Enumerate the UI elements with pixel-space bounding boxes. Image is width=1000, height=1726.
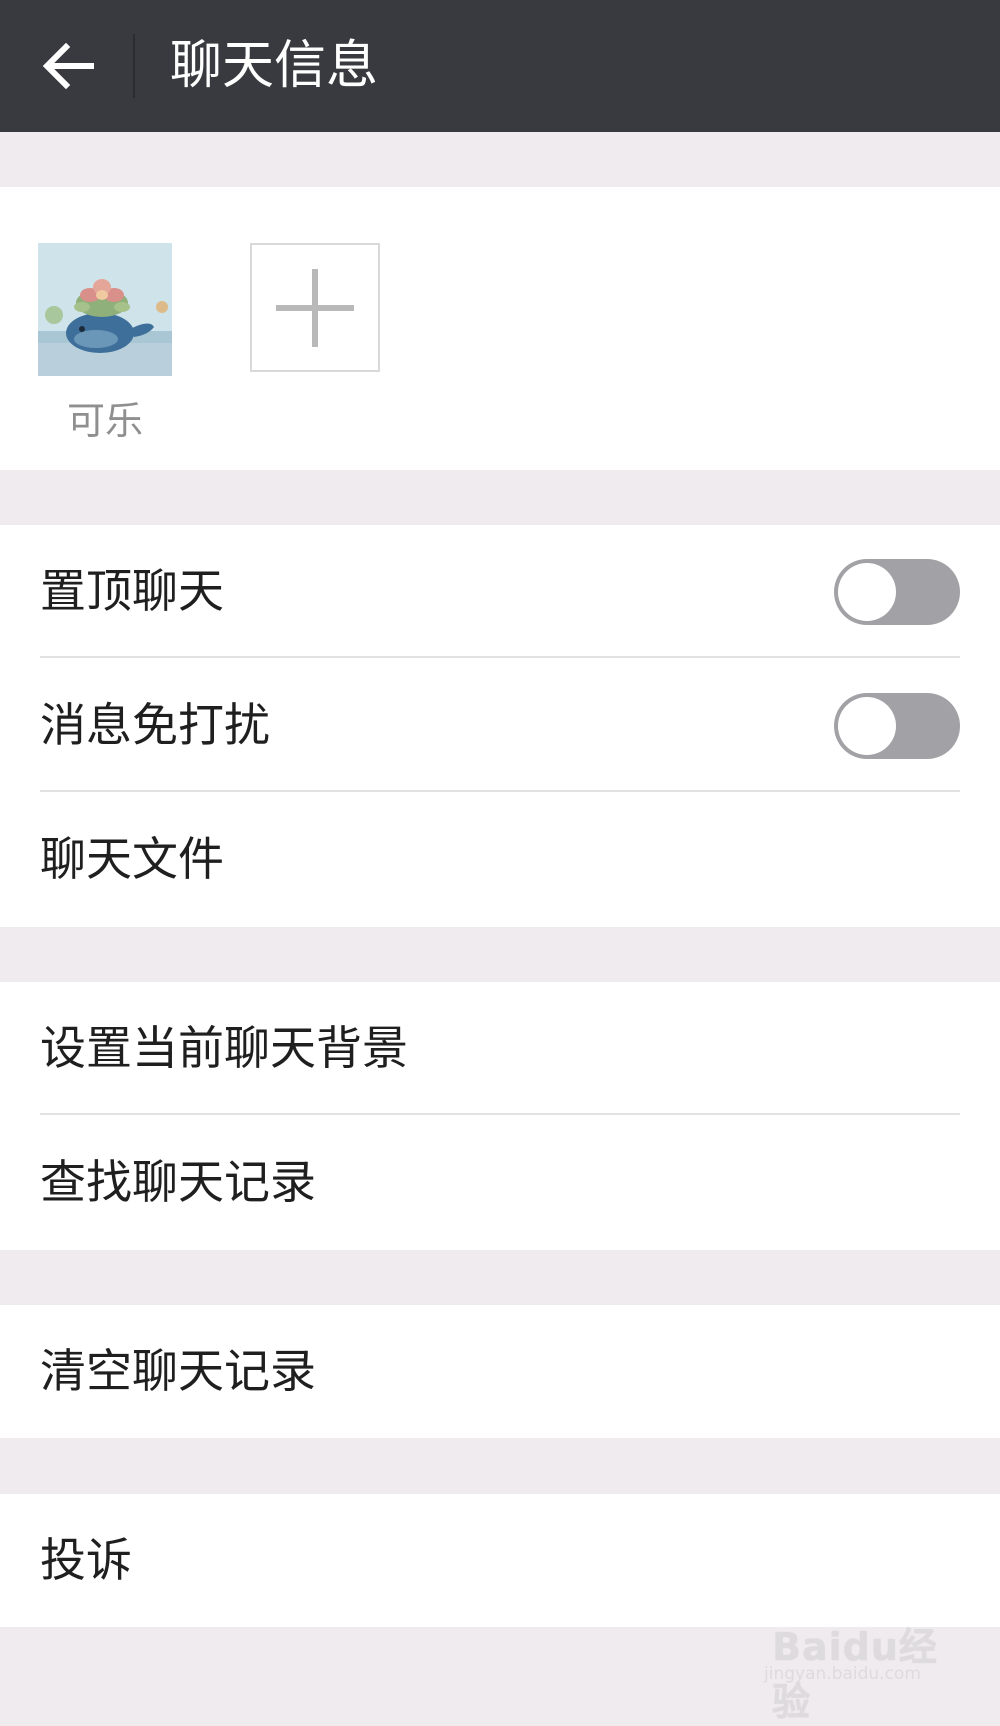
top-bar: 聊天信息 bbox=[0, 0, 1000, 132]
member-item[interactable]: 可乐 bbox=[38, 243, 172, 445]
do-not-disturb-label: 消息免打扰 bbox=[40, 698, 270, 752]
page-title: 聊天信息 bbox=[170, 36, 379, 96]
switch-knob bbox=[838, 697, 896, 755]
plus-icon bbox=[276, 269, 354, 347]
search-history-label: 查找聊天记录 bbox=[40, 1155, 316, 1209]
add-member-button[interactable] bbox=[250, 243, 380, 372]
row-divider bbox=[40, 790, 960, 792]
clear-section: 清空聊天记录 bbox=[0, 1305, 1000, 1438]
avatar-succulent-whale-icon[interactable] bbox=[38, 243, 172, 376]
report-label: 投诉 bbox=[40, 1533, 132, 1587]
back-button[interactable] bbox=[28, 28, 108, 104]
chat-settings-section: 置顶聊天 消息免打扰 聊天文件 bbox=[0, 525, 1000, 927]
arrow-left-icon bbox=[42, 43, 94, 89]
member-section: 可乐 bbox=[0, 187, 1000, 470]
chat-files-label: 聊天文件 bbox=[40, 832, 224, 886]
do-not-disturb-switch[interactable] bbox=[834, 693, 960, 759]
member-name: 可乐 bbox=[66, 399, 143, 443]
row-divider bbox=[40, 656, 960, 658]
chat-files-row[interactable]: 聊天文件 bbox=[0, 793, 1000, 926]
set-background-label: 设置当前聊天背景 bbox=[40, 1021, 408, 1075]
history-section: 设置当前聊天背景 查找聊天记录 bbox=[0, 982, 1000, 1250]
pin-chat-switch[interactable] bbox=[834, 559, 960, 625]
watermark-url: jingyan.baidu.com bbox=[764, 1664, 921, 1684]
baidu-watermark: Baidu经验 jingyan.baidu.com bbox=[754, 1598, 944, 1724]
switch-knob bbox=[838, 563, 896, 621]
pin-chat-row: 置顶聊天 bbox=[0, 525, 1000, 658]
do-not-disturb-row: 消息免打扰 bbox=[0, 659, 1000, 792]
clear-history-row[interactable]: 清空聊天记录 bbox=[0, 1305, 1000, 1438]
search-history-row[interactable]: 查找聊天记录 bbox=[0, 1116, 1000, 1249]
row-divider bbox=[40, 1113, 960, 1115]
pin-chat-label: 置顶聊天 bbox=[40, 564, 224, 618]
set-background-row[interactable]: 设置当前聊天背景 bbox=[0, 982, 1000, 1115]
clear-history-label: 清空聊天记录 bbox=[40, 1344, 316, 1398]
topbar-divider bbox=[133, 34, 135, 98]
